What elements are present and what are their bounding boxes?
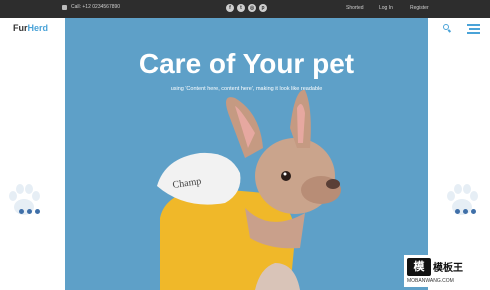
menu-line	[467, 24, 480, 26]
dot[interactable]	[27, 209, 32, 214]
menu-line	[469, 28, 480, 30]
register-link[interactable]: Register	[410, 5, 429, 11]
watermark-badge: 模	[407, 258, 431, 276]
logo[interactable]: FurHerd	[13, 23, 48, 33]
slider-dots[interactable]	[455, 209, 476, 214]
hero-banner: Champ Care of Your pet using 'Content he…	[65, 18, 428, 290]
phone-number: Call: +12 0234567890	[71, 4, 121, 10]
login-link[interactable]: Log In	[379, 5, 393, 11]
menu-icon[interactable]	[467, 23, 480, 34]
twitter-icon[interactable]: t	[237, 4, 245, 12]
top-bar: Call: +12 0234567890 f t ◎ p Shorted Log…	[0, 0, 490, 18]
phone-icon	[62, 4, 67, 10]
dot[interactable]	[35, 209, 40, 214]
dot[interactable]	[463, 209, 468, 214]
watermark-url: MOBANWANG.COM	[407, 278, 454, 284]
contact-info: Call: +12 0234567890	[62, 4, 120, 10]
pinterest-icon[interactable]: p	[259, 4, 267, 12]
paw-icon	[9, 184, 40, 215]
shorted-link[interactable]: Shorted	[346, 5, 364, 11]
left-panel	[0, 40, 65, 290]
watermark: 模 模板王 MOBANWANG.COM	[404, 255, 487, 287]
logo-part-2: Herd	[27, 23, 49, 33]
hero-subtitle: using 'Content here, content here', maki…	[170, 86, 323, 92]
search-icon[interactable]	[443, 24, 449, 30]
logo-part-1: Fur	[13, 23, 28, 33]
paw-icon	[447, 184, 478, 215]
right-panel	[428, 40, 490, 290]
hero-title: Care of Your pet	[138, 48, 355, 79]
menu-line	[467, 32, 480, 34]
dot[interactable]	[471, 209, 476, 214]
social-icons: f t ◎ p	[226, 4, 267, 12]
instagram-icon[interactable]: ◎	[248, 4, 256, 12]
dot[interactable]	[19, 209, 24, 214]
facebook-icon[interactable]: f	[226, 4, 234, 12]
dot[interactable]	[455, 209, 460, 214]
watermark-text: 模板王	[433, 263, 463, 274]
slider-dots[interactable]	[19, 209, 40, 214]
